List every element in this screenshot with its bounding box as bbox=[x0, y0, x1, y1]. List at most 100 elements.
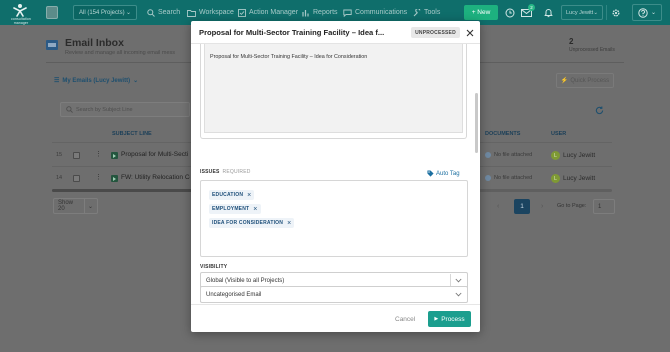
modal-header: Proposal for Multi-Sector Training Facil… bbox=[191, 21, 480, 44]
nav-action-manager[interactable]: Action Manager bbox=[238, 5, 298, 20]
inbox-icon bbox=[46, 40, 58, 50]
remove-tag-icon[interactable]: × bbox=[253, 206, 257, 213]
nav-search[interactable]: Search bbox=[147, 5, 180, 20]
cancel-button[interactable]: Cancel bbox=[395, 316, 415, 323]
previous-page-button[interactable]: ‹ bbox=[497, 203, 499, 210]
column-header-documents[interactable]: DOCUMENTS bbox=[485, 131, 520, 137]
modal-scrollbar[interactable] bbox=[475, 45, 478, 305]
email-body-text: Proposal for Multi-Sector Training Facil… bbox=[210, 54, 368, 60]
subject-search-input[interactable]: Search by Subject Line bbox=[60, 102, 190, 117]
status-badge: UNPROCESSED bbox=[411, 27, 460, 38]
user-menu-label: Lucy Jewitt bbox=[566, 9, 594, 16]
email-preview-content: Proposal for Multi-Sector Training Facil… bbox=[204, 44, 463, 133]
remove-tag-icon[interactable]: × bbox=[247, 192, 251, 199]
nav-workspace[interactable]: Workspace bbox=[187, 5, 234, 20]
search-icon bbox=[147, 8, 155, 17]
visibility-value: Global (Visible to all Projects) bbox=[206, 277, 285, 284]
column-header-user[interactable]: USER bbox=[551, 131, 566, 137]
process-button-label: Process bbox=[441, 315, 465, 323]
help-icon bbox=[638, 7, 648, 18]
scrollbar-thumb[interactable] bbox=[52, 189, 192, 192]
auto-tag-button[interactable]: Auto Tag bbox=[427, 170, 460, 177]
new-button[interactable]: + New bbox=[464, 5, 498, 20]
scrollbar-thumb[interactable] bbox=[475, 93, 478, 153]
user-menu[interactable]: Lucy Jewitt ⌄ bbox=[561, 5, 603, 20]
row-number: 15 bbox=[56, 152, 63, 158]
close-button[interactable] bbox=[464, 27, 475, 38]
logo-text: consultation manager bbox=[11, 17, 31, 25]
row-documents-label: No file attached bbox=[494, 175, 533, 181]
per-page-select[interactable]: Show 20 ⌄ bbox=[53, 198, 98, 214]
logo-icon bbox=[13, 4, 27, 17]
issue-tag: EDUCATION × bbox=[209, 190, 255, 200]
client-crest-icon bbox=[46, 6, 58, 19]
column-header-subject[interactable]: SUBJECT LINE bbox=[112, 131, 152, 137]
row-number: 14 bbox=[56, 175, 63, 181]
chevron-down-icon: ⌄ bbox=[650, 10, 657, 16]
issues-label-text: ISSUES bbox=[200, 169, 220, 175]
issue-tag-label: EMPLOYMENT bbox=[212, 206, 250, 212]
avatar: L bbox=[551, 151, 560, 160]
page-title: Email Inbox bbox=[65, 37, 124, 49]
row-subject[interactable]: FW: Utility Relocation Co bbox=[121, 174, 190, 181]
clock-button[interactable] bbox=[503, 6, 517, 19]
quick-process-button[interactable]: ⚡ Quick Process bbox=[556, 73, 614, 88]
unprocessed-count: 2 bbox=[569, 37, 574, 46]
remove-tag-icon[interactable]: × bbox=[287, 220, 291, 227]
mailbox-filter-label: My Emails (Lucy Jewitt) bbox=[62, 77, 131, 84]
help-button[interactable]: ⌄ bbox=[632, 4, 662, 21]
chevron-down-icon: ⌄ bbox=[125, 10, 131, 16]
attachment-icon bbox=[485, 175, 491, 181]
row-menu-icon[interactable]: ⋮ bbox=[95, 150, 102, 158]
row-menu-icon[interactable]: ⋮ bbox=[95, 173, 102, 181]
issue-tag: IDEA FOR CONSIDERATION × bbox=[209, 218, 295, 228]
nav-tools[interactable]: Tools bbox=[413, 5, 440, 20]
email-status-icon bbox=[111, 175, 118, 182]
event-type-select[interactable]: Uncategorised Email bbox=[200, 286, 468, 303]
bell-icon bbox=[543, 8, 553, 17]
quick-process-label: Quick Process bbox=[570, 77, 610, 84]
chevron-down-icon: ⌄ bbox=[593, 9, 598, 16]
nav-action-manager-label: Action Manager bbox=[249, 9, 299, 16]
issue-tag-label: IDEA FOR CONSIDERATION bbox=[212, 220, 284, 226]
app-logo[interactable]: consultation manager bbox=[6, 3, 34, 25]
process-button[interactable]: ▶ Process bbox=[428, 311, 471, 327]
tag-icon bbox=[427, 170, 434, 177]
chat-icon bbox=[343, 9, 352, 17]
project-selector-label: All (154 Projects) bbox=[79, 9, 125, 16]
required-indicator: REQUIRED bbox=[222, 169, 251, 175]
event-type-value: Uncategorised Email bbox=[206, 291, 262, 298]
row-user-name: Lucy Jewitt bbox=[563, 175, 596, 182]
chevron-down-icon bbox=[455, 278, 462, 283]
row-checkbox[interactable] bbox=[73, 152, 80, 159]
row-user-name: Lucy Jewitt bbox=[563, 152, 596, 159]
visibility-label: VISIBILITY bbox=[200, 264, 228, 270]
modal-footer: Cancel ▶ Process bbox=[191, 304, 480, 332]
notifications-button[interactable] bbox=[541, 6, 555, 19]
mail-button[interactable]: 2 bbox=[519, 4, 535, 19]
issues-label: ISSUES REQUIRED bbox=[200, 169, 251, 175]
checklist-icon bbox=[238, 8, 246, 17]
current-page-button[interactable]: 1 bbox=[514, 199, 530, 214]
page-subtitle: Review and manage all incoming email mes… bbox=[65, 50, 176, 56]
mailbox-filter-dropdown[interactable]: ☰ My Emails (Lucy Jewitt) ⌄ bbox=[54, 74, 138, 87]
row-documents: No file attached bbox=[485, 152, 532, 158]
list-icon: ☰ bbox=[54, 78, 60, 84]
chevron-down-icon: ⌄ bbox=[87, 203, 93, 210]
row-subject[interactable]: Proposal for Multi-Secti bbox=[121, 151, 190, 158]
row-checkbox[interactable] bbox=[73, 175, 80, 182]
project-selector[interactable]: All (154 Projects) ⌄ bbox=[73, 5, 137, 20]
nav-reports[interactable]: Reports bbox=[302, 5, 338, 20]
next-page-button[interactable]: › bbox=[541, 203, 543, 210]
clock-icon bbox=[505, 8, 515, 17]
play-icon: ▶ bbox=[434, 316, 439, 322]
nav-communications[interactable]: Communications bbox=[343, 5, 407, 20]
go-to-page-input[interactable]: 1 bbox=[593, 199, 615, 214]
refresh-button[interactable] bbox=[595, 106, 604, 117]
issue-tag-label: EDUCATION bbox=[212, 192, 244, 198]
go-to-page-label: Go to Page: bbox=[557, 203, 587, 209]
chevron-down-icon bbox=[455, 292, 462, 297]
modal-body[interactable]: Proposal for Multi-Sector Training Facil… bbox=[191, 44, 480, 304]
mail-count-badge: 2 bbox=[528, 4, 535, 11]
settings-button[interactable] bbox=[606, 5, 624, 20]
